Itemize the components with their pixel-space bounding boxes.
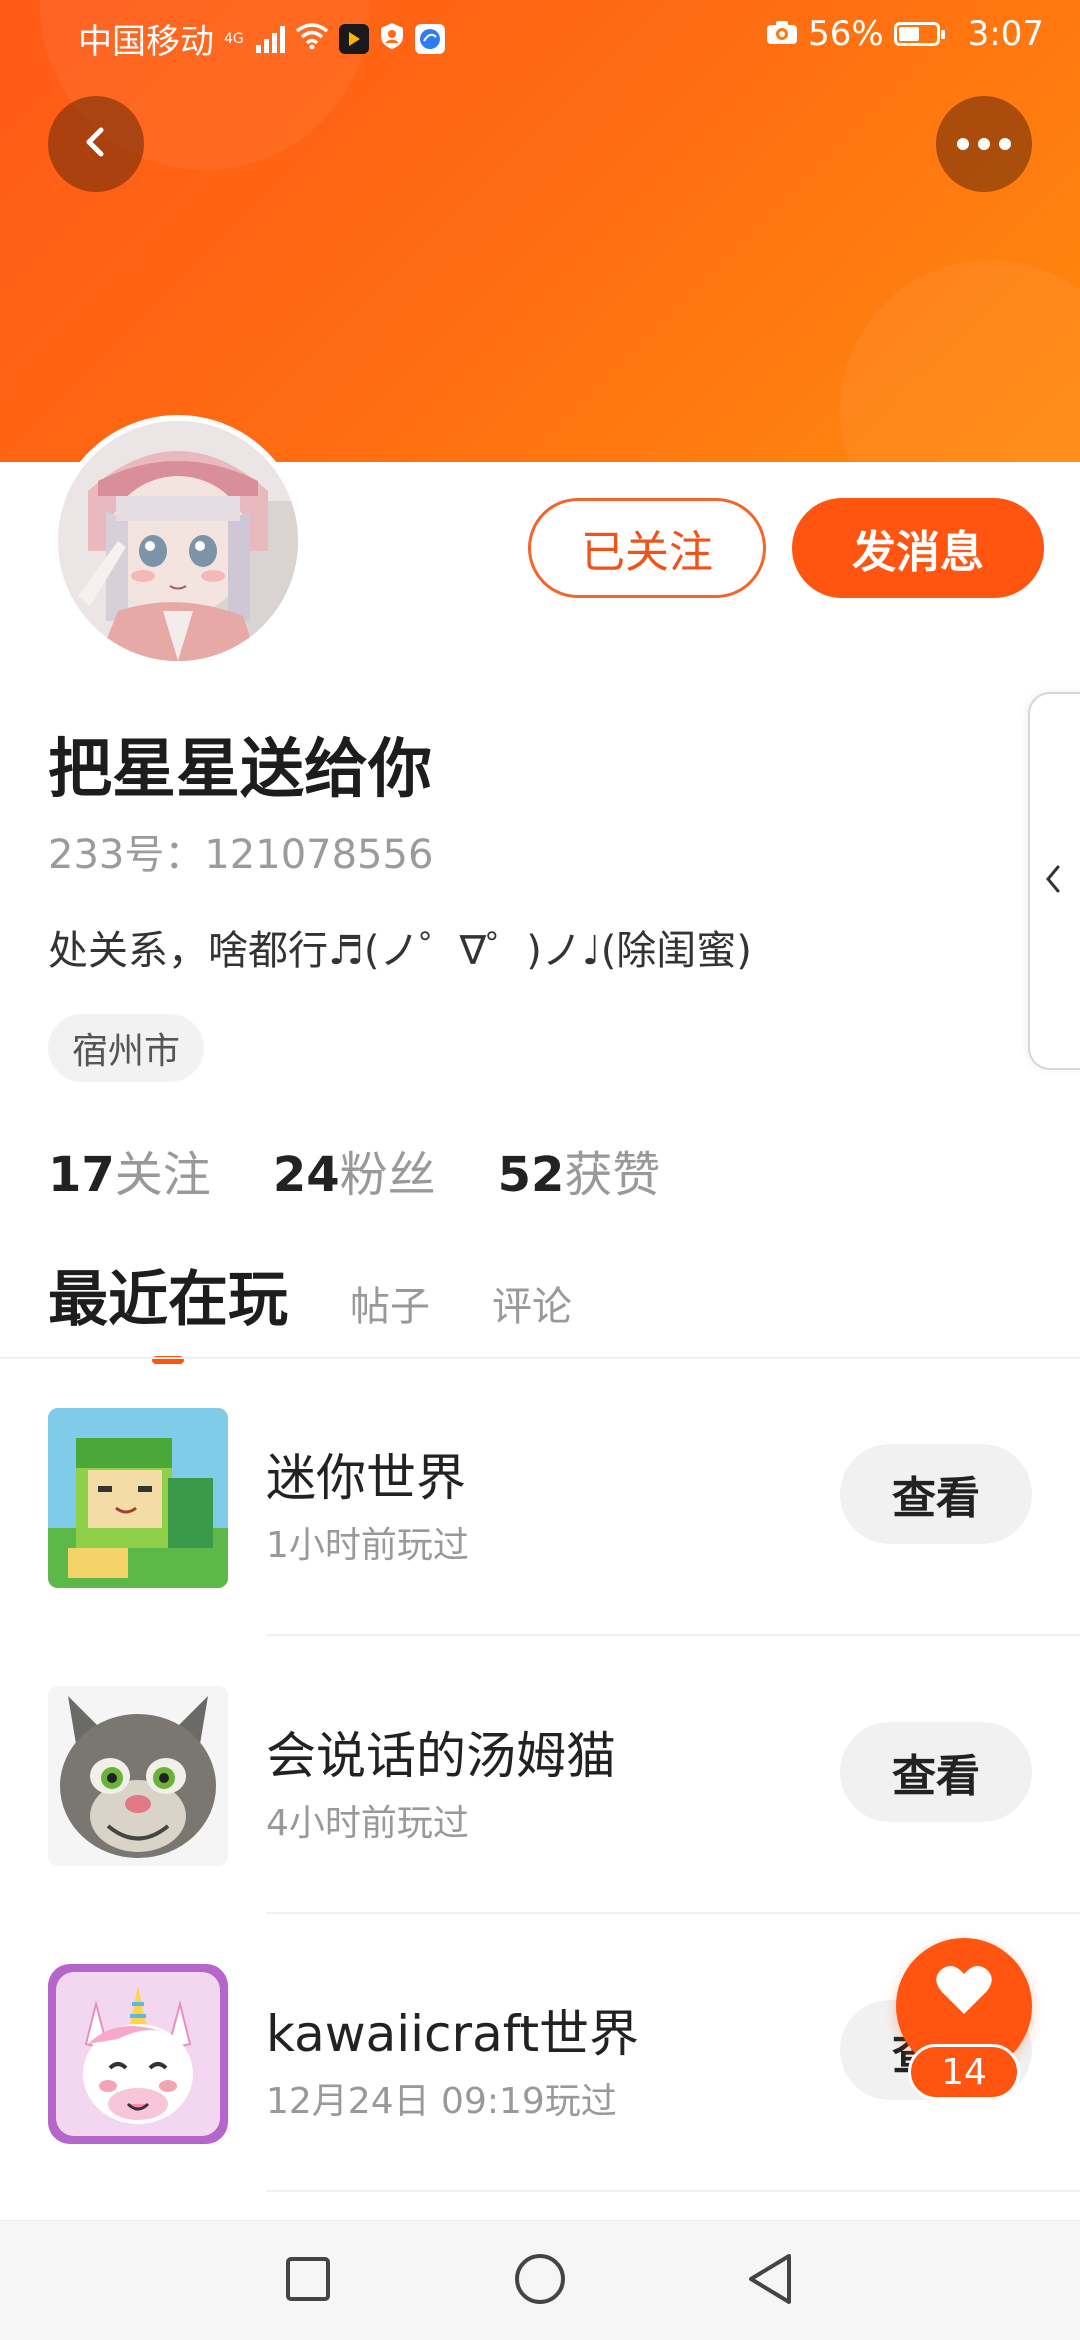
- stat-label: 粉丝: [339, 1147, 436, 1203]
- avatar[interactable]: [52, 415, 304, 667]
- tab-recent-games[interactable]: 最近在玩: [48, 1251, 288, 1364]
- user-bio: 处关系，啥都行♬(ノ゜∇゜)ノ♩(除闺蜜): [48, 928, 752, 974]
- stats-row: 17关注 24粉丝 52获赞: [48, 1135, 660, 1205]
- game-played-time: 12月24日 09:19玩过: [266, 2081, 617, 2122]
- app-notification-icon: [338, 23, 369, 54]
- heart-icon: [935, 1964, 993, 2020]
- network-tag: 4G: [224, 30, 244, 47]
- stat-fans[interactable]: 24粉丝: [273, 1135, 436, 1205]
- signal-icon: [255, 25, 285, 53]
- triangle-back-icon: [745, 2252, 795, 2310]
- game-played-time: 4小时前玩过: [266, 1803, 469, 1844]
- side-drawer-handle[interactable]: [1028, 692, 1080, 1070]
- username: 把星星送给你: [48, 733, 432, 807]
- stat-label: 获赞: [564, 1147, 661, 1203]
- stat-likes[interactable]: 52获赞: [498, 1135, 661, 1205]
- status-left: 中国移动 4G: [78, 14, 445, 63]
- browser-app-icon: [414, 23, 445, 54]
- more-button[interactable]: [936, 96, 1032, 192]
- home-button[interactable]: [510, 2251, 570, 2311]
- send-message-button[interactable]: 发消息: [792, 498, 1044, 598]
- clock-time: 3:07: [967, 14, 1044, 54]
- location-tag: 宿州市: [48, 1014, 205, 1082]
- circle-icon: [513, 2252, 567, 2310]
- camera-icon: [766, 14, 798, 54]
- stat-number: 52: [497, 1147, 565, 1203]
- system-nav-bar: [0, 2220, 1080, 2340]
- game-name: kawaiicraft世界: [266, 2005, 640, 2063]
- tab-posts[interactable]: 帖子: [350, 1274, 430, 1360]
- status-bar: 中国移动 4G 56% 3:07: [0, 0, 1080, 72]
- list-item[interactable]: 会说话的汤姆猫 4小时前玩过 查看: [0, 1636, 1080, 1914]
- view-button[interactable]: 查看: [840, 1444, 1032, 1544]
- battery-icon: [893, 22, 945, 46]
- chevron-left-icon: [1042, 861, 1064, 901]
- battery-percent: 56%: [808, 14, 884, 54]
- tab-comments[interactable]: 评论: [492, 1274, 572, 1360]
- wifi-icon: [295, 19, 329, 59]
- stat-number: 17: [48, 1147, 115, 1203]
- more-horizontal-icon: [957, 138, 1011, 150]
- profile-tabs: 最近在玩 帖子 评论: [48, 1250, 572, 1364]
- game-icon-talking-tom: [48, 1686, 228, 1866]
- recent-apps-button[interactable]: [278, 2251, 338, 2311]
- profile-page: 中国移动 4G 56% 3:07 已关注 发消息 把星星送给你 233号：121…: [0, 0, 1080, 2340]
- item-divider: [266, 2190, 1080, 2192]
- game-icon-kawaiicraft: [48, 1964, 228, 2144]
- stat-following[interactable]: 17关注: [48, 1135, 211, 1205]
- like-count-badge: 14: [908, 2044, 1020, 2100]
- stat-label: 关注: [114, 1147, 211, 1203]
- followed-button[interactable]: 已关注: [528, 498, 766, 598]
- game-name: 迷你世界: [266, 1449, 466, 1507]
- back-nav-button[interactable]: [740, 2251, 800, 2311]
- carrier-name: 中国移动: [78, 22, 214, 62]
- user-id[interactable]: 233号：121078556: [48, 822, 433, 880]
- status-right: 56% 3:07: [766, 14, 1044, 54]
- chevron-left-icon: [76, 122, 116, 166]
- game-name: 会说话的汤姆猫: [266, 1727, 616, 1785]
- privacy-icon: [379, 19, 405, 59]
- view-button[interactable]: 查看: [840, 1722, 1032, 1822]
- game-played-time: 1小时前玩过: [266, 1525, 469, 1566]
- list-item[interactable]: 迷你世界 1小时前玩过 查看: [0, 1358, 1080, 1636]
- stat-number: 24: [272, 1147, 340, 1203]
- game-icon-mini-world: [48, 1408, 228, 1588]
- back-button[interactable]: [48, 96, 144, 192]
- square-icon: [284, 2255, 332, 2307]
